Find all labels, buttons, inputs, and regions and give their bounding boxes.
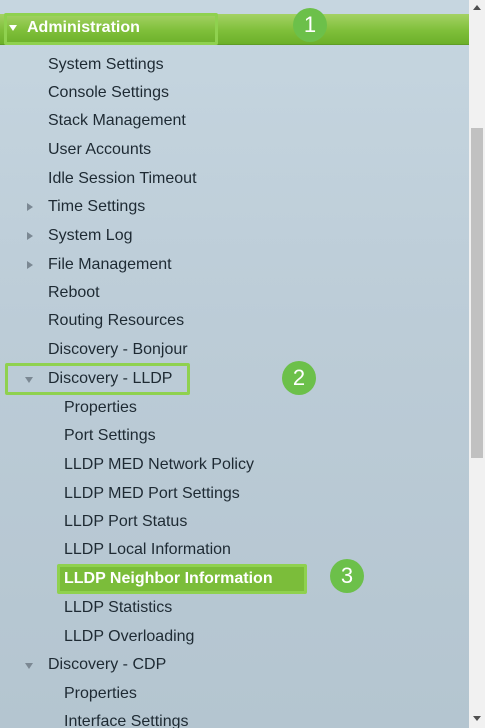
submenu-item-lldp-med-network-policy[interactable]: LLDP MED Network Policy [64, 452, 254, 478]
scroll-down-arrow-icon[interactable] [473, 716, 481, 721]
navigation-tree: Administration 1 System Settings Console… [0, 0, 469, 728]
menu-item-system-settings[interactable]: System Settings [48, 52, 164, 78]
callout-badge-2: 2 [282, 361, 316, 395]
expand-arrow-icon[interactable] [27, 232, 33, 240]
submenu-item-port-settings[interactable]: Port Settings [64, 423, 156, 449]
expand-arrow-icon[interactable] [27, 261, 33, 269]
scroll-up-arrow-icon[interactable] [473, 5, 481, 10]
menu-item-discovery-bonjour[interactable]: Discovery - Bonjour [48, 337, 188, 363]
menu-item-stack-management[interactable]: Stack Management [48, 108, 186, 134]
menu-item-system-log[interactable]: System Log [48, 223, 132, 249]
callout-badge-1: 1 [293, 8, 327, 42]
submenu-item-interface-settings[interactable]: Interface Settings [64, 709, 189, 728]
submenu-item-lldp-med-port-settings[interactable]: LLDP MED Port Settings [64, 481, 240, 507]
submenu-item-lldp-properties[interactable]: Properties [64, 395, 137, 421]
scrollbar-thumb[interactable] [471, 128, 483, 458]
submenu-item-lldp-statistics[interactable]: LLDP Statistics [64, 595, 172, 621]
expand-arrow-icon[interactable] [27, 203, 33, 211]
vertical-scrollbar[interactable] [469, 0, 485, 728]
collapse-arrow-icon[interactable] [25, 663, 33, 669]
menu-item-reboot[interactable]: Reboot [48, 280, 100, 306]
submenu-item-lldp-overloading[interactable]: LLDP Overloading [64, 624, 194, 650]
menu-item-file-management[interactable]: File Management [48, 252, 172, 278]
callout-badge-3: 3 [330, 559, 364, 593]
highlight-box-administration [4, 13, 218, 45]
highlight-box-discovery-lldp [5, 363, 190, 395]
submenu-item-lldp-port-status[interactable]: LLDP Port Status [64, 509, 187, 535]
menu-item-routing-resources[interactable]: Routing Resources [48, 308, 184, 334]
menu-item-user-accounts[interactable]: User Accounts [48, 137, 151, 163]
menu-item-console-settings[interactable]: Console Settings [48, 80, 169, 106]
submenu-item-lldp-local-information[interactable]: LLDP Local Information [64, 537, 231, 563]
menu-item-idle-session-timeout[interactable]: Idle Session Timeout [48, 166, 197, 192]
highlight-box-lldp-neighbor [57, 564, 307, 594]
submenu-item-cdp-properties[interactable]: Properties [64, 681, 137, 707]
menu-item-discovery-cdp[interactable]: Discovery - CDP [48, 652, 166, 678]
menu-item-time-settings[interactable]: Time Settings [48, 194, 145, 220]
